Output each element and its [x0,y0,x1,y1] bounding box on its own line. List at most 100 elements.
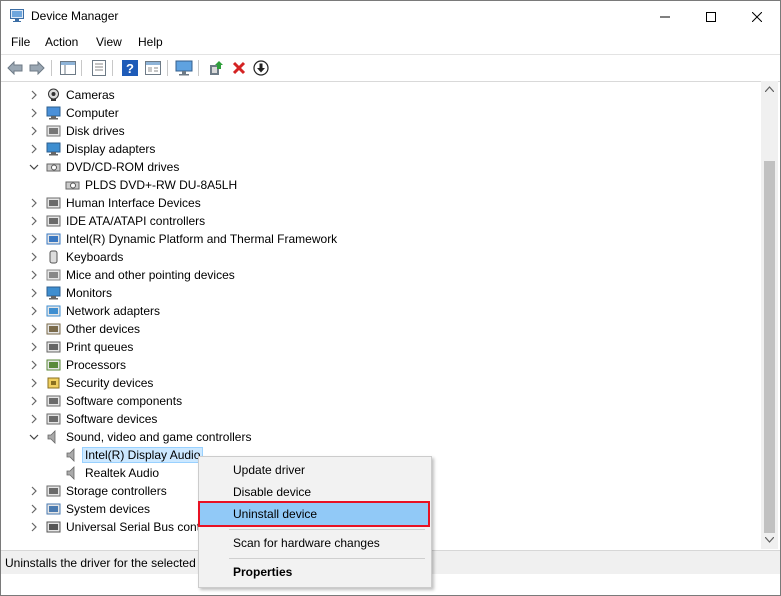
chevron-right-icon[interactable] [29,485,39,497]
monitor-icon [175,60,193,76]
tree-category-row[interactable]: IDE ATA/ATAPI controllers [3,212,743,230]
help-button[interactable]: ? [121,59,139,77]
tree-category-row[interactable]: Keyboards [3,248,743,266]
properties-button[interactable] [90,59,108,77]
tree-category-row[interactable]: Software devices [3,410,743,428]
chevron-right-icon[interactable] [29,197,39,209]
tree-category-row[interactable]: Computer [3,104,743,122]
menu-item-scan-hardware[interactable]: Scan for hardware changes [199,532,431,554]
back-button[interactable] [6,59,24,77]
menu-action[interactable]: Action [45,35,78,49]
chevron-right-icon[interactable] [29,359,39,371]
chevron-down-icon[interactable] [29,161,39,173]
tree-item-label[interactable]: Network adapters [66,304,160,318]
chevron-right-icon[interactable] [29,305,39,317]
chevron-right-icon[interactable] [29,413,39,425]
tree-item-label[interactable]: Realtek Audio [85,466,159,480]
scroll-down-icon[interactable] [765,537,774,543]
scroll-up-icon[interactable] [765,86,774,92]
tree-item-label[interactable]: Keyboards [66,250,123,264]
tree-item-label[interactable]: System devices [66,502,150,516]
chevron-right-icon[interactable] [29,377,39,389]
chevron-down-icon[interactable] [29,431,39,443]
tree-item-label[interactable]: Computer [66,106,119,120]
tree-item-label[interactable]: PLDS DVD+-RW DU-8A5LH [85,178,237,192]
tree-item-label[interactable]: Software devices [66,412,157,426]
tree-item-label[interactable]: Security devices [66,376,153,390]
chevron-right-icon[interactable] [29,89,39,101]
maximize-button[interactable] [688,1,734,32]
chevron-right-icon[interactable] [29,287,39,299]
tree-item-label[interactable]: Sound, video and game controllers [66,430,251,444]
tree-item-label[interactable]: Mice and other pointing devices [66,268,235,282]
tree-category-row[interactable]: Display adapters [3,140,743,158]
tree-item-label[interactable]: Intel(R) Display Audio [82,447,204,463]
tree-category-row[interactable]: Processors [3,356,743,374]
tree-item-label[interactable]: Display adapters [66,142,155,156]
menu-help[interactable]: Help [138,35,163,49]
tree-category-row[interactable]: Monitors [3,284,743,302]
menu-item-update-driver[interactable]: Update driver [199,459,431,481]
tree-category-row[interactable]: Disk drives [3,122,743,140]
menu-item-label: Scan for hardware changes [233,536,380,550]
chevron-right-icon[interactable] [29,125,39,137]
chevron-right-icon[interactable] [29,323,39,335]
tree-item-label[interactable]: Processors [66,358,126,372]
minimize-button[interactable] [642,1,688,32]
scrollbar-thumb[interactable] [764,161,775,533]
chevron-right-icon[interactable] [29,521,39,533]
menu-file[interactable]: File [11,35,30,49]
chevron-right-icon[interactable] [29,269,39,281]
tree-item-label[interactable]: Print queues [66,340,133,354]
chevron-right-icon[interactable] [29,143,39,155]
tree-category-row[interactable]: Mice and other pointing devices [3,266,743,284]
status-text: Uninstalls the driver for the selected d [5,556,206,570]
tree-category-row[interactable]: Sound, video and game controllers [3,428,743,446]
scan-button[interactable] [175,59,193,77]
properties-icon [92,60,106,76]
chevron-right-icon[interactable] [29,251,39,263]
enable-device-button[interactable] [252,59,270,77]
tree-category-row[interactable]: Cameras [3,86,743,104]
tree-category-row[interactable]: Other devices [3,320,743,338]
tree-item-label[interactable]: Software components [66,394,182,408]
hid-icon [46,197,61,209]
menu-item-disable-device[interactable]: Disable device [199,481,431,503]
tree-item-label[interactable]: Intel(R) Dynamic Platform and Thermal Fr… [66,232,337,246]
chevron-right-icon[interactable] [29,395,39,407]
tree-category-row[interactable]: Intel(R) Dynamic Platform and Thermal Fr… [3,230,743,248]
uninstall-button[interactable] [230,59,248,77]
chevron-right-icon[interactable] [29,233,39,245]
tree-item-label[interactable]: Monitors [66,286,112,300]
tree-item-label[interactable]: DVD/CD-ROM drives [66,160,179,174]
chevron-right-icon[interactable] [29,503,39,515]
tree-item-label[interactable]: Disk drives [66,124,125,138]
tree-category-row[interactable]: Security devices [3,374,743,392]
chevron-right-icon[interactable] [29,341,39,353]
show-hide-console-tree-button[interactable] [59,59,77,77]
menu-view[interactable]: View [96,35,122,49]
tree-item-label[interactable]: Storage controllers [66,484,167,498]
menu-item-uninstall-device[interactable]: Uninstall device [198,501,430,527]
tree-child-row[interactable]: PLDS DVD+-RW DU-8A5LH [3,176,743,194]
update-driver-button[interactable] [207,59,225,77]
tree-category-row[interactable]: DVD/CD-ROM drives [3,158,743,176]
chevron-right-icon[interactable] [29,215,39,227]
tree-item-label[interactable]: IDE ATA/ATAPI controllers [66,214,205,228]
view-button[interactable] [144,59,162,77]
ide-icon [46,215,61,227]
close-button[interactable] [734,1,780,32]
tree-category-row[interactable]: Software components [3,392,743,410]
chevron-right-icon[interactable] [29,107,39,119]
tree-item-label[interactable]: Cameras [66,88,115,102]
title-bar[interactable]: Device Manager [1,1,780,32]
tree-category-row[interactable]: Network adapters [3,302,743,320]
forward-button[interactable] [28,59,46,77]
tree-item-label[interactable]: Other devices [66,322,140,336]
device-manager-icon [10,9,24,22]
tree-item-label[interactable]: Human Interface Devices [66,196,201,210]
tree-item-label[interactable]: Universal Serial Bus contr [66,520,204,534]
tree-category-row[interactable]: Human Interface Devices [3,194,743,212]
menu-item-properties[interactable]: Properties [199,561,431,583]
tree-category-row[interactable]: Print queues [3,338,743,356]
